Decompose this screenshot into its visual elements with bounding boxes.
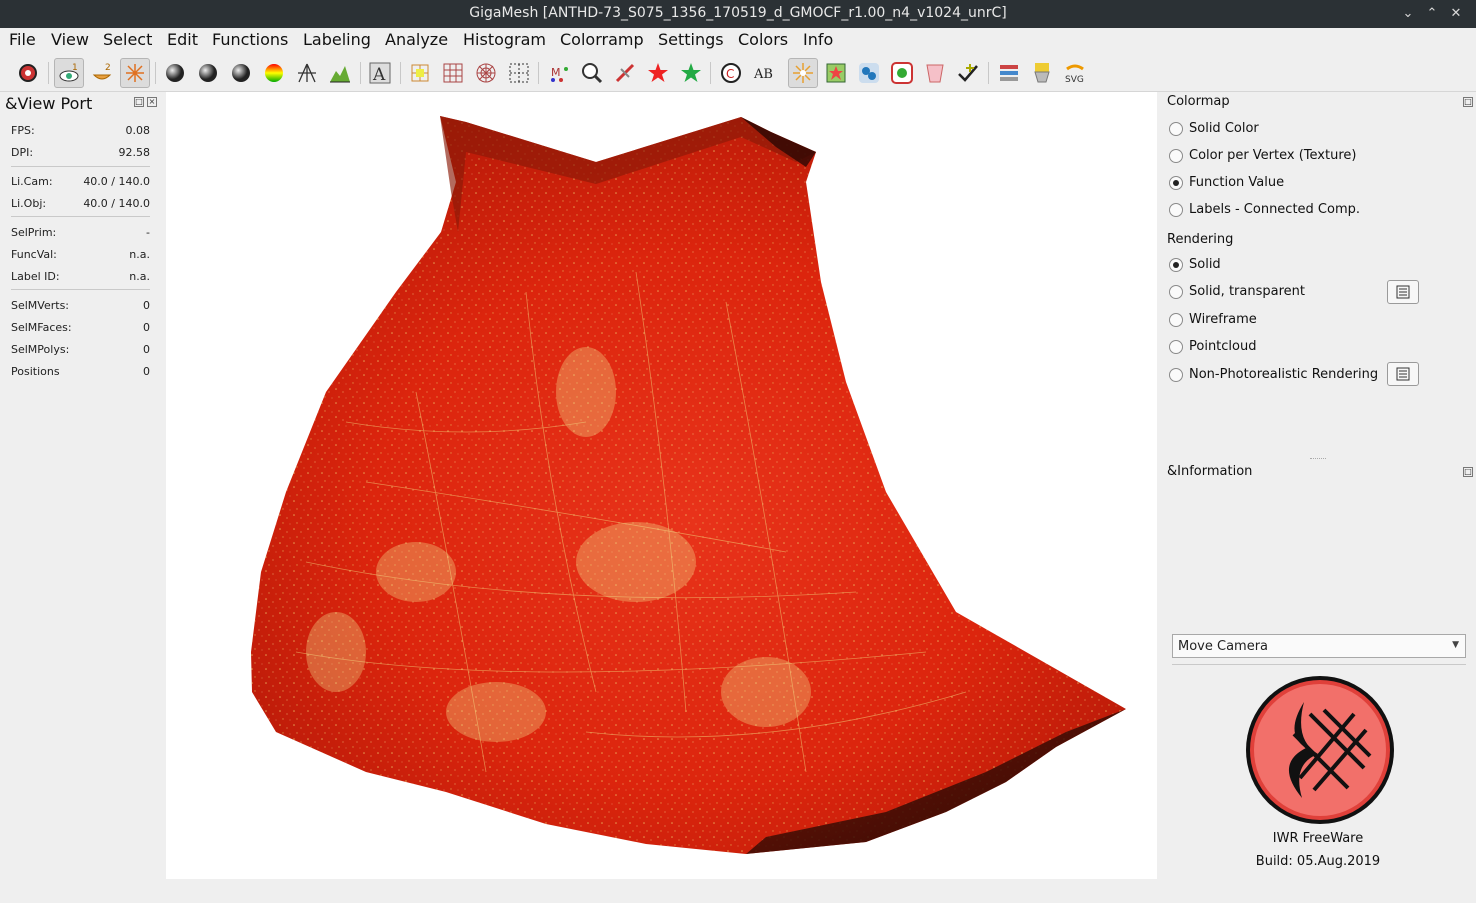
menu-functions[interactable]: Functions (212, 30, 288, 49)
flask-icon[interactable] (1027, 58, 1057, 88)
menu-labeling[interactable]: Labeling (303, 30, 371, 49)
toolbar: 1 2 A M C AB SVG (0, 54, 1476, 92)
menu-bar: File View Select Edit Functions Labeling… (0, 28, 1476, 52)
reset-view-icon[interactable] (13, 58, 43, 88)
minimize-icon[interactable]: ⌄ (1398, 4, 1418, 24)
stat-row: DPI: 92.58 (11, 146, 150, 159)
view-1-icon[interactable]: 1 (54, 58, 84, 88)
svg-text:M: M (551, 66, 561, 79)
text-a-icon[interactable]: A (365, 58, 395, 88)
gear-box-icon[interactable] (887, 58, 917, 88)
view-port-panel: &View Port □ × FPS: 0.08 DPI: 92.58 Li.Cam… (0, 92, 162, 903)
svg-text:1: 1 (72, 63, 78, 73)
3d-viewport[interactable] (166, 92, 1157, 879)
svg-export-icon[interactable]: SVG (1060, 58, 1090, 88)
information-heading: &Information (1167, 464, 1253, 479)
stat-row: SelPrim: - (11, 226, 150, 239)
dotted-grid-icon[interactable] (504, 58, 534, 88)
menu-histogram[interactable]: Histogram (463, 30, 546, 49)
stat-row: Li.Obj: 40.0 / 140.0 (11, 197, 150, 210)
svg-text:C: C (726, 67, 734, 81)
menu-file[interactable]: File (9, 30, 36, 49)
red-star-icon[interactable] (643, 58, 673, 88)
brand-text: IWR FreeWare (1272, 831, 1364, 846)
iwr-logo (1244, 674, 1396, 830)
menu-settings[interactable]: Settings (658, 30, 724, 49)
search-abc-icon[interactable] (577, 58, 607, 88)
green-star-icon[interactable] (676, 58, 706, 88)
panel-title: &View Port (5, 94, 93, 113)
mode-select[interactable]: Move Camera ▼ (1172, 634, 1466, 658)
stat-row: SelMFaces: 0 (11, 321, 150, 334)
svg-text:2: 2 (105, 63, 111, 73)
menu-colors[interactable]: Colors (738, 30, 788, 49)
svg-text:A: A (372, 65, 386, 85)
splitter-handle[interactable] (1310, 458, 1326, 460)
sphere-color-icon[interactable] (259, 58, 289, 88)
sphere-m-icon[interactable] (160, 58, 190, 88)
transparency-settings-button[interactable] (1387, 280, 1419, 304)
stat-row: FPS: 0.08 (11, 124, 150, 137)
stat-row: FuncVal: n.a. (11, 248, 150, 261)
grid-icon[interactable] (438, 58, 468, 88)
npr-settings-button[interactable] (1387, 362, 1419, 386)
close-icon[interactable]: ✕ (1446, 4, 1466, 24)
float-icon[interactable]: □ (1463, 97, 1473, 107)
tripod-light-icon[interactable] (292, 58, 322, 88)
title-bar: GigaMesh [ANTHD-73_S075_1356_170519_d_GM… (0, 0, 1476, 28)
build-text: Build: 05.Aug.2019 (1255, 854, 1381, 869)
svg-text:SVG: SVG (1065, 75, 1084, 85)
svg-text:AB: AB (753, 67, 773, 82)
cup-icon[interactable] (920, 58, 950, 88)
menu-select[interactable]: Select (103, 30, 152, 49)
light-burst-icon[interactable] (788, 58, 818, 88)
chevron-down-icon: ▼ (1452, 640, 1459, 650)
sphere-d-icon[interactable] (193, 58, 223, 88)
ab-label-icon[interactable]: AB (749, 58, 779, 88)
view-2-icon[interactable]: 2 (87, 58, 117, 88)
window-title: GigaMesh [ANTHD-73_S075_1356_170519_d_GM… (469, 5, 1007, 21)
layers-icon[interactable] (994, 58, 1024, 88)
menu-info[interactable]: Info (803, 30, 833, 49)
labels-ab-icon[interactable]: M (544, 58, 574, 88)
rendering-heading: Rendering (1167, 232, 1234, 247)
float-icon[interactable]: □ (1463, 467, 1473, 477)
grid-cross-icon[interactable] (405, 58, 435, 88)
close-icon[interactable]: × (147, 97, 157, 107)
stat-row: Positions 0 (11, 365, 150, 378)
view-star-icon[interactable] (120, 58, 150, 88)
menu-edit[interactable]: Edit (167, 30, 198, 49)
bubbles-icon[interactable] (854, 58, 884, 88)
menu-view[interactable]: View (51, 30, 89, 49)
mountain-histogram-icon[interactable] (325, 58, 355, 88)
menu-colorramp[interactable]: Colorramp (560, 30, 644, 49)
float-icon[interactable]: □ (134, 97, 144, 107)
stat-row: SelMPolys: 0 (11, 343, 150, 356)
stat-row: Li.Cam: 40.0 / 140.0 (11, 175, 150, 188)
sphere-s-icon[interactable] (226, 58, 256, 88)
check-pencil-icon[interactable] (953, 58, 983, 88)
right-panel: Colormap □ Solid Color Color per Vertex … (1160, 92, 1476, 903)
polar-grid-icon[interactable] (471, 58, 501, 88)
broken-link-icon[interactable] (610, 58, 640, 88)
menu-analyze[interactable]: Analyze (385, 30, 448, 49)
sheriff-star-icon[interactable]: C (716, 58, 746, 88)
stat-row: Label ID: n.a. (11, 270, 150, 283)
mesh-render (251, 116, 1126, 854)
maximize-icon[interactable]: ⌃ (1422, 4, 1442, 24)
colormap-heading: Colormap (1167, 94, 1230, 109)
green-box-icon[interactable] (821, 58, 851, 88)
stat-row: SelMVerts: 0 (11, 299, 150, 312)
